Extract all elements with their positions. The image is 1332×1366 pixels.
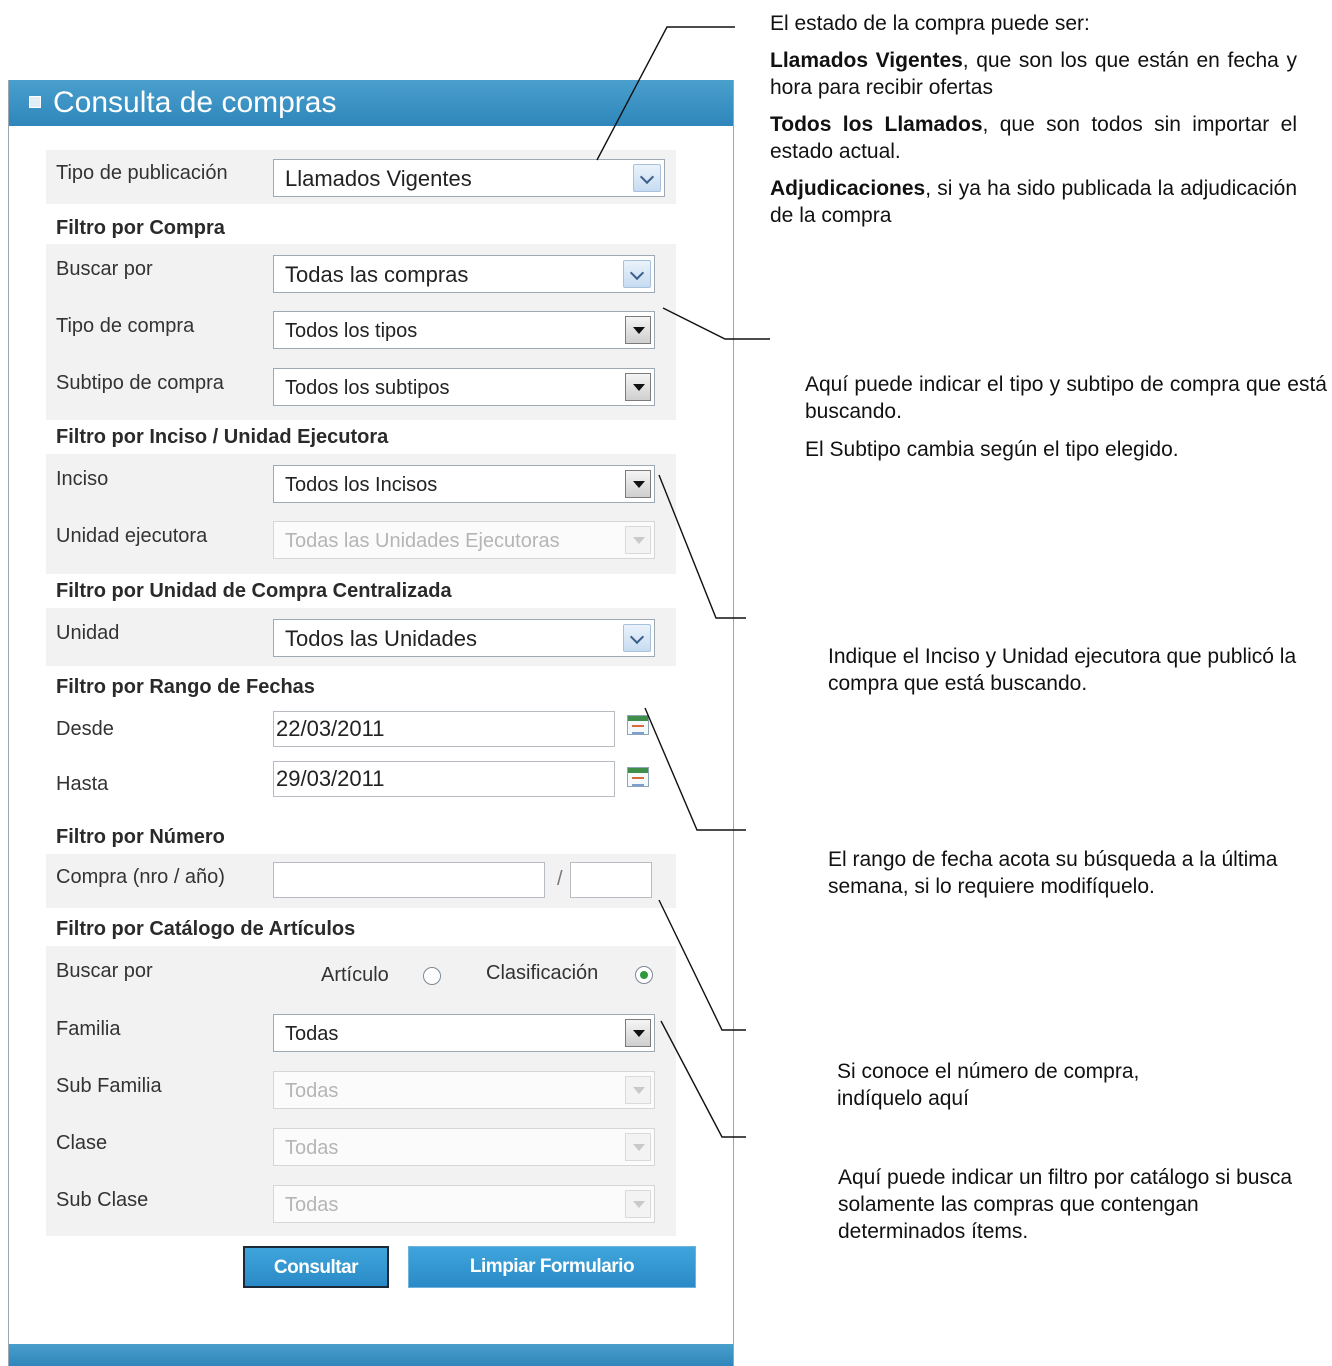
callout-line-estado (596, 26, 735, 161)
callout-line-tipo (662, 307, 770, 340)
callout-line-numero (658, 899, 746, 1031)
callout-line-inciso (658, 474, 746, 619)
callout-line-catalogo (660, 1020, 746, 1138)
callout-lines (596, 26, 770, 1138)
callout-line-fecha (644, 707, 746, 831)
